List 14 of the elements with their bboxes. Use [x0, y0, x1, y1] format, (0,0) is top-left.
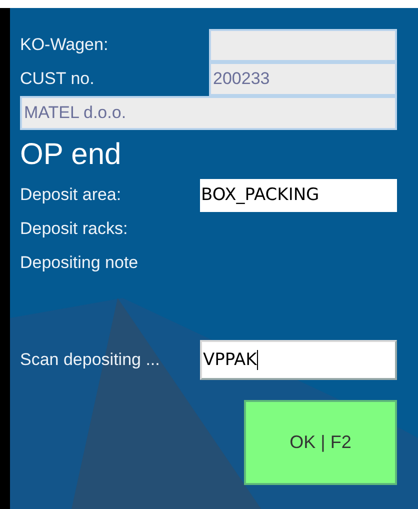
- readonly-field[interactable]: MATEL d.o.o.: [20, 96, 397, 130]
- ok-button[interactable]: OK | F2: [244, 400, 397, 485]
- field-label: Deposit racks:: [20, 219, 129, 239]
- text-cursor: [256, 350, 258, 370]
- field-label: Scan depositing ...: [20, 350, 161, 370]
- screen-title: OP end: [20, 138, 122, 172]
- field-label: KO-Wagen:: [20, 35, 110, 55]
- field-label: Depositing note: [20, 253, 140, 273]
- readonly-field[interactable]: 200233: [209, 62, 397, 96]
- field-label: CUST no.: [20, 69, 96, 89]
- readonly-field[interactable]: [209, 28, 397, 62]
- text-field[interactable]: VPPAK: [200, 340, 397, 380]
- text-field[interactable]: BOX_PACKING: [200, 178, 397, 212]
- field-label: Deposit area:: [20, 185, 122, 205]
